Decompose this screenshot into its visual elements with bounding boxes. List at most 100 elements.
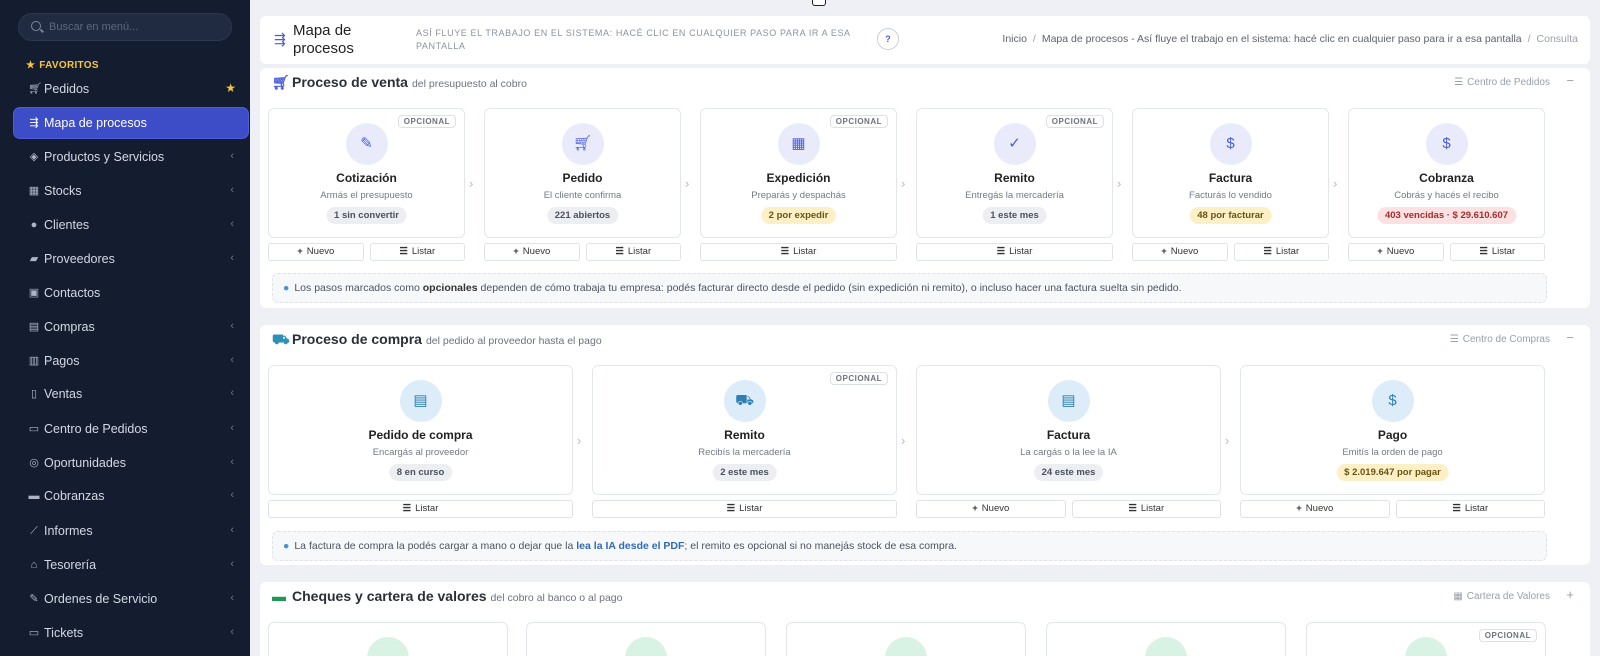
- list-button[interactable]: ☰ Listar: [1449, 243, 1545, 261]
- breadcrumb-map[interactable]: Mapa de procesos - Así fluye el trabajo …: [1042, 33, 1522, 45]
- process-step[interactable]: $ Pago Emitís la orden de pago $ 2.019.647 …: [1240, 365, 1545, 495]
- sidebar-item-11[interactable]: ◎ Oportunidades ‹: [14, 448, 248, 478]
- step-icon-circle: [885, 637, 927, 656]
- sidebar-item-3[interactable]: ▦ Stocks ‹: [14, 176, 248, 206]
- new-button[interactable]: + Nuevo: [1348, 243, 1444, 261]
- wallet-link[interactable]: ▦ Cartera de Valores: [1453, 591, 1550, 602]
- list-icon: ☰: [780, 246, 790, 257]
- sidebar-item-label: Clientes: [44, 218, 90, 232]
- menu-search[interactable]: [18, 13, 232, 41]
- list-button[interactable]: ☰ Listar: [268, 500, 573, 518]
- process-step[interactable]: OPCIONAL: [1306, 622, 1546, 656]
- optional-tag: OPCIONAL: [1478, 629, 1537, 642]
- list-icon: ☰: [402, 503, 412, 514]
- new-button[interactable]: + Nuevo: [916, 500, 1066, 518]
- sales-process-card: 🛒︎ Proceso de venta del presupuesto al cob…: [260, 68, 1590, 308]
- list-icon: ☰: [726, 503, 736, 514]
- step-icon-circle: 🛒︎: [561, 123, 604, 165]
- truck-icon: ⛟: [272, 331, 290, 347]
- sidebar-item-13[interactable]: ⟋ Informes ‹: [14, 516, 248, 546]
- chevron-left-icon: ‹: [230, 422, 234, 434]
- new-button[interactable]: + Nuevo: [1240, 500, 1390, 518]
- process-step[interactable]: [1046, 622, 1286, 656]
- list-button[interactable]: ☰ Listar: [585, 243, 681, 261]
- favorites-heading: ★ FAVORITOS: [26, 60, 99, 71]
- truck-icon: ▰: [29, 253, 39, 265]
- chevron-right-icon: ›: [685, 176, 690, 191]
- star-icon[interactable]: ★: [225, 81, 236, 95]
- sales-center-link[interactable]: ☰ Centro de Pedidos: [1454, 77, 1550, 88]
- plus-icon: +: [1296, 503, 1302, 514]
- breadcrumb: Inicio / Mapa de procesos - Así fluye el t…: [1002, 33, 1578, 45]
- process-step[interactable]: $ Cobranza Cobrás y hacés el recibo 403 ven…: [1348, 108, 1545, 238]
- process-step[interactable]: ▦ Expedición Preparás y despachás 2 por exp…: [700, 108, 897, 238]
- collapse-button[interactable]: −: [1566, 330, 1574, 345]
- sidebar-item-5[interactable]: ▰ Proveedores ‹: [14, 244, 248, 274]
- sidebar-item-9[interactable]: ▯ Ventas ‹: [14, 379, 248, 409]
- chevron-left-icon: ‹: [230, 252, 234, 264]
- list-button[interactable]: ☰ Listar: [1395, 500, 1545, 518]
- process-step[interactable]: ✓ Remito Entregás la mercadería 1 este mes O…: [916, 108, 1113, 238]
- search-icon: [31, 21, 41, 31]
- sidebar-item-label: Proveedores: [44, 252, 115, 266]
- sales-process-title: 🛒︎ Proceso de venta del presupuesto al cob…: [272, 74, 527, 90]
- chevron-left-icon: ‹: [230, 184, 234, 196]
- sidebar-item-14[interactable]: ⌂ Tesorería ‹: [14, 550, 248, 580]
- sidebar-item-16[interactable]: ▭ Tickets ‹: [14, 618, 248, 648]
- new-button[interactable]: + Nuevo: [1132, 243, 1228, 261]
- step-name: Remito: [994, 171, 1035, 185]
- wrench-icon: ✎: [29, 593, 39, 605]
- sidebar-item-8[interactable]: ▥ Pagos ‹: [14, 346, 248, 376]
- sidebar-item-label: Tickets: [44, 626, 84, 640]
- sidebar-item-7[interactable]: ▤ Compras ‹: [14, 312, 248, 342]
- star-icon: ★: [26, 60, 36, 71]
- plus-icon: +: [297, 246, 303, 257]
- status-badge: 1 este mes: [982, 207, 1047, 224]
- ai-pdf-link[interactable]: lea la IA desde el PDF: [576, 540, 684, 552]
- process-step[interactable]: [786, 622, 1026, 656]
- process-step[interactable]: [268, 622, 508, 656]
- list-button[interactable]: ☰ Listar: [369, 243, 465, 261]
- sidebar-item-1[interactable]: ⇶ Mapa de procesos: [14, 108, 248, 138]
- expand-button[interactable]: +: [1566, 587, 1574, 602]
- purchase-center-link[interactable]: ☰ Centro de Compras: [1450, 334, 1550, 345]
- list-button[interactable]: ☰ Listar: [1071, 500, 1221, 518]
- menu-search-input[interactable]: [49, 14, 229, 40]
- new-button[interactable]: + Nuevo: [268, 243, 364, 261]
- process-step[interactable]: $ Factura Facturás lo vendido 48 por factur…: [1132, 108, 1329, 238]
- sidebar-item-10[interactable]: ▭ Centro de Pedidos ‹: [14, 414, 248, 444]
- list-icon: ☰: [1454, 77, 1464, 88]
- process-step[interactable]: ✎ Cotización Armás el presupuesto 1 sin con…: [268, 108, 465, 238]
- basket-icon: ▤: [28, 321, 40, 333]
- process-step[interactable]: ⛟ Remito Recibís la mercadería 2 este mes OP…: [592, 365, 897, 495]
- chevron-right-icon: ›: [1225, 433, 1230, 448]
- sidebar-item-15[interactable]: ✎ Ordenes de Servicio ‹: [14, 584, 248, 614]
- breadcrumb-home[interactable]: Inicio: [1002, 33, 1027, 45]
- sidebar-item-label: Tesorería: [44, 558, 97, 572]
- process-step[interactable]: ▤ Factura La cargás o la lee la IA 24 este …: [916, 365, 1221, 495]
- plus-icon: +: [1377, 246, 1383, 257]
- sidebar-item-4[interactable]: ● Clientes ‹: [14, 210, 248, 240]
- process-step[interactable]: ▤ Pedido de compra Encargás al proveedor 8 …: [268, 365, 573, 495]
- step-name: Cotización: [336, 171, 397, 185]
- process-step[interactable]: 🛒︎ Pedido El cliente confirma 221 abiertos: [484, 108, 681, 238]
- new-button[interactable]: + Nuevo: [484, 243, 580, 261]
- sidebar-item-2[interactable]: ◈ Productos y Servicios ‹: [14, 142, 248, 172]
- sidebar-item-6[interactable]: ▣ Contactos: [14, 278, 248, 308]
- status-badge: 403 vencidas · $ 29.610.607: [1376, 207, 1517, 224]
- collapse-button[interactable]: −: [1566, 73, 1574, 88]
- help-button[interactable]: ?: [877, 28, 899, 50]
- list-button[interactable]: ☰ Listar: [700, 243, 897, 261]
- step-name: Factura: [1046, 428, 1091, 442]
- list-button[interactable]: ☰ Listar: [916, 243, 1113, 261]
- sidebar-item-12[interactable]: ▬ Cobranzas ‹: [14, 481, 248, 511]
- sidebar-item-0[interactable]: 🛒︎ Pedidos ★: [14, 74, 248, 104]
- list-button[interactable]: ☰ Listar: [1233, 243, 1329, 261]
- process-step[interactable]: [526, 622, 766, 656]
- step-name: Cobranza: [1419, 171, 1474, 185]
- chevron-right-icon: ›: [1333, 176, 1338, 191]
- step-name: Pedido: [562, 171, 603, 185]
- list-icon: ☰: [996, 246, 1006, 257]
- step-icon-circle: ✎: [345, 123, 388, 165]
- list-button[interactable]: ☰ Listar: [592, 500, 897, 518]
